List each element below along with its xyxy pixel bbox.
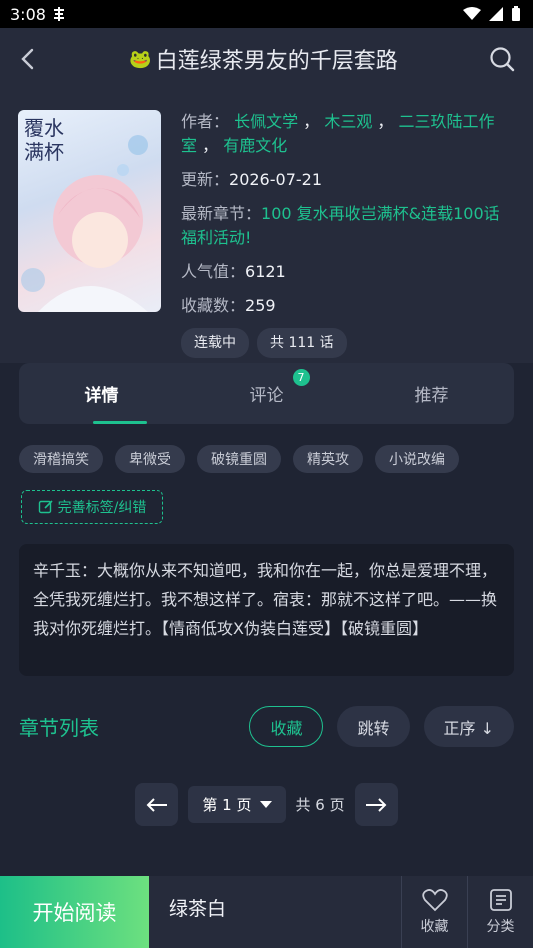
heart-icon [421, 889, 448, 912]
book-description: 辛千玉：大概你从来不知道吧，我和你在一起，你总是爱理不理，全凭我死缠烂打。我不想… [19, 544, 514, 676]
tab-comments-label: 评论 [249, 386, 284, 406]
sort-order-button[interactable]: 正序 ↓ [423, 706, 514, 747]
latest-label: 最新章节： [181, 204, 262, 223]
list-icon [489, 889, 512, 911]
tab-indicator [93, 421, 147, 424]
wifi-icon [463, 7, 481, 20]
pagination: 第 1 页 共 6 页 [0, 783, 533, 826]
frog-icon: 🐸 [129, 48, 152, 70]
arrow-left-icon [146, 797, 167, 812]
app-bar: 🐸 白莲绿茶男友的千层套路 [0, 28, 533, 90]
update-date: 2026-07-21 [229, 170, 322, 189]
page-select[interactable]: 第 1 页 [188, 786, 286, 823]
page-title: 🐸 白莲绿茶男友的千层套路 [129, 43, 397, 75]
tag-item[interactable]: 破镜重圆 [197, 445, 281, 473]
latest-row: 最新章节：100 复水再收岂满杯&连载100话福利活动! [181, 202, 515, 250]
update-label: 更新： [181, 170, 230, 189]
update-row: 更新：2026-07-21 [181, 168, 515, 192]
book-cover[interactable]: 覆水满杯 [18, 110, 161, 312]
favorite-button[interactable]: 收藏 [401, 876, 467, 948]
notification-icon [53, 7, 64, 21]
edit-icon [38, 500, 53, 514]
collect-button[interactable]: 收藏 [249, 706, 324, 747]
signal-icon [489, 7, 503, 21]
favorites-value: 259 [245, 296, 276, 315]
book-info: 覆水满杯 作者： 长佩文学 ， 木三观 ， 二三玖陆工作室 ， 有鹿文化 更新：… [0, 90, 533, 380]
status-bar: 3:08 [0, 0, 533, 28]
comment-count-badge: 7 [292, 369, 310, 386]
episode-count-badge: 共 111 话 [257, 328, 347, 358]
start-reading-button[interactable]: 开始阅读 [0, 876, 149, 948]
tag-list: 滑稽搞笑 卑微受 破镜重圆 精英攻 小说改编 [0, 445, 533, 473]
favorites-row: 收藏数：259 [181, 294, 515, 318]
popularity-value: 6121 [245, 262, 286, 281]
category-button[interactable]: 分类 [467, 876, 533, 948]
author-link-4[interactable]: 有鹿文化 [223, 136, 287, 155]
status-time: 3:08 [10, 4, 46, 24]
author-row: 作者： 长佩文学 ， 木三观 ， 二三玖陆工作室 ， 有鹿文化 [181, 112, 495, 155]
author-link-2[interactable]: 木三观 [324, 112, 372, 131]
cover-title: 覆水满杯 [24, 116, 64, 164]
edit-tags-label: 完善标签/纠错 [57, 500, 147, 516]
tag-item[interactable]: 滑稽搞笑 [19, 445, 103, 473]
tag-item[interactable]: 卑微受 [115, 445, 185, 473]
bottom-bar: 开始阅读 绿茶白 收藏 分类 [0, 876, 533, 948]
author-label: 作者： [181, 112, 230, 131]
author-link-1[interactable]: 长佩文学 [234, 112, 298, 131]
tab-comments[interactable]: 评论 7 [240, 369, 310, 406]
total-pages: 共 6 页 [295, 796, 345, 814]
next-page-button[interactable] [354, 783, 398, 826]
favorites-label: 收藏数： [181, 296, 246, 315]
edit-tags-button[interactable]: 完善标签/纠错 [21, 490, 163, 524]
latest-read-title[interactable]: 绿茶白 [149, 876, 401, 948]
tab-recommend[interactable]: 推荐 [405, 381, 459, 406]
caret-down-icon [259, 800, 272, 808]
popularity-label: 人气值： [181, 262, 246, 281]
favorite-label: 收藏 [420, 919, 449, 935]
battery-icon [512, 6, 520, 21]
back-icon[interactable] [18, 47, 38, 71]
book-title: 白莲绿茶男友的千层套路 [155, 49, 398, 74]
chapter-header: 章节列表 收藏 跳转 正序 ↓ [0, 706, 533, 747]
search-icon[interactable] [489, 46, 515, 72]
book-meta: 作者： 长佩文学 ， 木三观 ， 二三玖陆工作室 ， 有鹿文化 更新：2026-… [181, 110, 515, 380]
tag-item[interactable]: 小说改编 [375, 445, 459, 473]
jump-button[interactable]: 跳转 [337, 706, 410, 747]
category-label: 分类 [486, 919, 515, 935]
tag-item[interactable]: 精英攻 [293, 445, 363, 473]
chapter-list-title: 章节列表 [19, 716, 99, 740]
popularity-row: 人气值：6121 [181, 260, 515, 284]
prev-page-button[interactable] [135, 783, 179, 826]
current-page: 第 1 页 [202, 796, 252, 814]
tab-details[interactable]: 详情 [75, 381, 129, 406]
status-badge: 连载中 [181, 328, 249, 358]
tab-bar: 详情 评论 7 推荐 [19, 363, 514, 424]
arrow-right-icon [366, 797, 387, 812]
